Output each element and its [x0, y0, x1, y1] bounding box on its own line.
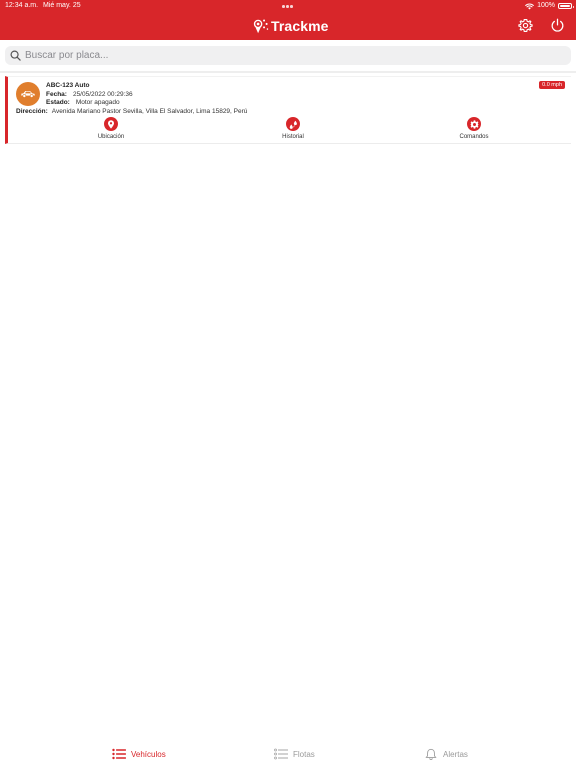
tab-alerts[interactable]: Alertas — [424, 747, 468, 761]
battery-icon — [558, 3, 574, 9]
tab-fleets[interactable]: Flotas — [274, 747, 315, 761]
multitasking-dots-icon[interactable] — [282, 5, 294, 8]
bell-icon — [425, 748, 437, 760]
app-name: Trackme — [271, 18, 329, 34]
status-bar: 12:34 a.m. Mié may. 25 100% — [0, 0, 576, 12]
commands-gear-icon — [467, 117, 481, 131]
speed-badge: 0.0 mph — [539, 81, 565, 89]
search-box[interactable] — [5, 46, 571, 65]
vehicle-status-row: Estado: Motor apagado — [46, 99, 120, 106]
battery-percentage: 100% — [537, 2, 555, 9]
history-button[interactable]: Historial — [263, 117, 323, 140]
tab-vehicles-label: Vehículos — [131, 749, 166, 759]
status-indicators: 100% — [525, 0, 574, 12]
history-label: Historial — [282, 134, 304, 140]
tab-vehicles[interactable]: Vehículos — [112, 747, 166, 761]
search-area — [0, 40, 576, 72]
tab-bar: Vehículos Flotas Alertas — [0, 740, 576, 768]
logout-button[interactable] — [548, 16, 566, 34]
commands-button[interactable]: Comandos — [444, 117, 504, 140]
commands-label: Comandos — [459, 134, 489, 140]
location-button[interactable]: Ubicación — [81, 117, 141, 140]
address-label: Dirección: — [16, 107, 48, 115]
tab-fleets-label: Flotas — [293, 749, 315, 759]
search-divider — [0, 71, 576, 73]
status-time: 12:34 a.m. — [5, 2, 39, 9]
search-icon — [10, 50, 21, 61]
vehicle-card[interactable]: ABC-123 Auto 0.0 mph Fecha: 25/05/2022 00… — [5, 76, 571, 144]
vehicle-date-row: Fecha: 25/05/2022 00:29:36 — [46, 91, 133, 98]
location-label: Ubicación — [97, 134, 125, 140]
date-value: 25/05/2022 00:29:36 — [72, 90, 133, 98]
status-label: Estado: — [46, 99, 70, 106]
vehicle-avatar — [16, 82, 40, 106]
location-pin-icon — [104, 117, 118, 131]
trackme-logo-icon — [253, 19, 269, 33]
app-header: 12:34 a.m. Mié may. 25 100% Trackme — [0, 0, 576, 40]
search-input[interactable] — [25, 50, 525, 61]
status-date: Mié may. 25 — [43, 2, 81, 9]
vehicle-plate: ABC-123 Auto — [46, 82, 90, 89]
settings-button[interactable] — [516, 16, 534, 34]
vehicle-address-row: Dirección: Avenida Mariano Pastor Sevilla… — [16, 108, 247, 115]
date-label: Fecha: — [46, 90, 67, 98]
list-icon — [112, 748, 126, 760]
gear-icon — [517, 18, 533, 32]
app-logo: Trackme — [253, 16, 329, 36]
route-history-icon — [286, 117, 300, 131]
tab-alerts-label: Alertas — [443, 749, 468, 759]
wifi-icon — [525, 3, 534, 9]
address-value: Avenida Mariano Pastor Sevilla, Villa El… — [51, 107, 248, 115]
status-value: Motor apagado — [75, 99, 120, 106]
car-icon — [21, 91, 35, 98]
list-outline-icon — [274, 748, 288, 760]
power-icon — [551, 18, 563, 32]
